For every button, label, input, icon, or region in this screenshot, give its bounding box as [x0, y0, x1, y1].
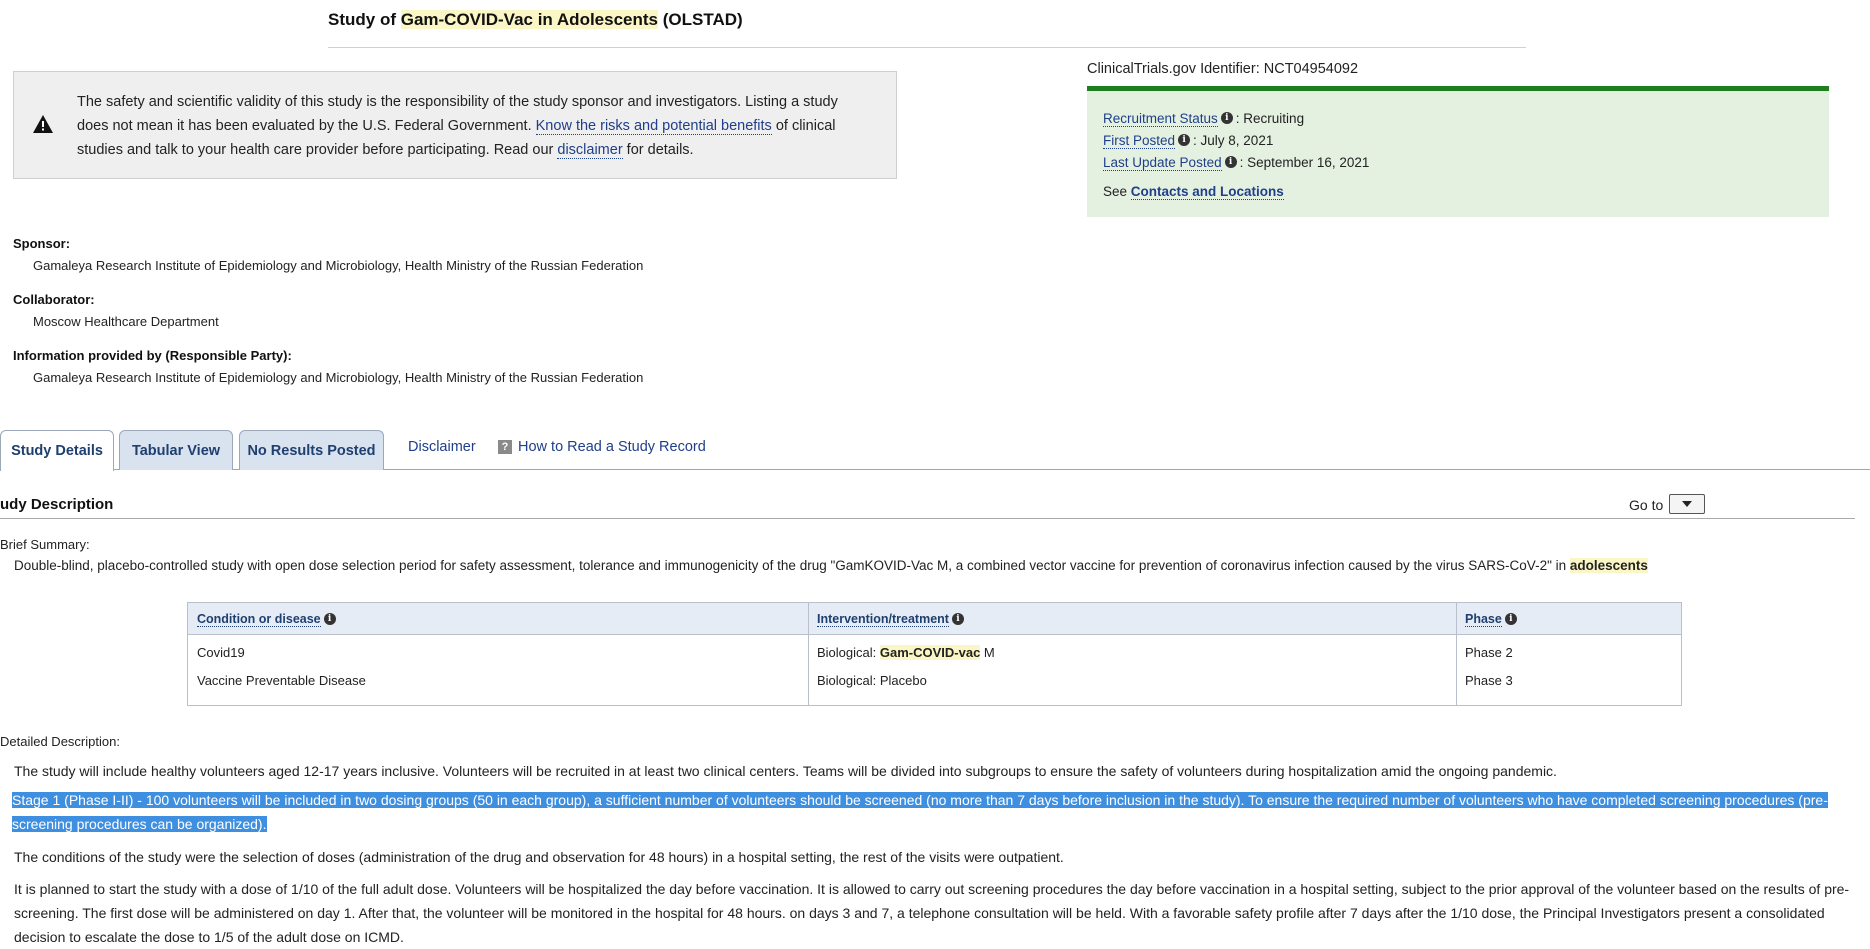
tab-no-results-posted[interactable]: No Results Posted: [239, 430, 384, 470]
brief-highlight: adolescents: [1569, 558, 1648, 573]
detailed-paragraph-3: The conditions of the study were the sel…: [14, 849, 1064, 865]
brief-summary-text: Double-blind, placebo-controlled study w…: [14, 558, 1648, 573]
responsible-party-value: Gamaleya Research Institute of Epidemiol…: [33, 370, 644, 385]
first-posted-row: First Posted i: July 8, 2021: [1103, 133, 1274, 149]
info-icon[interactable]: i: [1178, 134, 1191, 147]
recruitment-status-label[interactable]: Recruitment Status: [1103, 111, 1218, 127]
brief-summary-label: Brief Summary:: [0, 537, 90, 552]
chevron-down-icon: [1682, 501, 1692, 507]
collaborator-label: Collaborator:: [13, 292, 95, 307]
detailed-paragraph-1: The study will include healthy volunteer…: [14, 763, 1557, 779]
goto-label: Go to: [1629, 497, 1664, 513]
disclaimer-link[interactable]: disclaimer: [557, 142, 623, 159]
tab-tabular-view[interactable]: Tabular View: [119, 430, 233, 470]
info-icon[interactable]: i: [951, 612, 964, 625]
sponsor-label: Sponsor:: [13, 236, 71, 251]
warning-icon: [33, 115, 53, 133]
last-update-row: Last Update Posted i: September 16, 2021: [1103, 155, 1370, 171]
sponsor-value: Gamaleya Research Institute of Epidemiol…: [33, 258, 644, 273]
collaborator-value: Moscow Healthcare Department: [33, 314, 219, 329]
section-divider: [0, 518, 1855, 519]
how-to-read-link[interactable]: ? How to Read a Study Record: [498, 439, 706, 455]
table-cell: Vaccine Preventable Disease: [197, 673, 366, 688]
help-icon: ?: [498, 440, 512, 455]
table-cell: Biological: Gam-COVID-vac M: [817, 645, 995, 660]
recruitment-status-row: Recruitment Status i: Recruiting: [1103, 111, 1305, 127]
disclaimer-warning-box: The safety and scientific validity of th…: [13, 71, 897, 179]
table-cell: Phase 2: [1465, 645, 1513, 660]
detailed-description-label: Detailed Description:: [0, 734, 120, 749]
info-icon[interactable]: i: [323, 612, 336, 625]
risks-benefits-link[interactable]: Know the risks and potential benefits: [535, 118, 772, 135]
first-posted-label[interactable]: First Posted: [1103, 133, 1176, 149]
warning-text: The safety and scientific validity of th…: [77, 94, 838, 159]
contacts-locations-link[interactable]: Contacts and Locations: [1130, 184, 1284, 200]
table-cell: Biological: Placebo: [817, 673, 927, 688]
contacts-row: See Contacts and Locations: [1103, 184, 1284, 200]
last-update-label[interactable]: Last Update Posted: [1103, 155, 1222, 171]
status-box: Recruitment Status i: Recruiting First Po…: [1087, 86, 1829, 217]
detailed-paragraph-4: It is planned to start the study with a …: [14, 881, 1850, 945]
detailed-paragraph-2-selected: Stage 1 (Phase I-II) - 100 volunteers wi…: [12, 792, 1828, 832]
page-title: Study of Gam-COVID-Vac in Adolescents (O…: [328, 10, 743, 29]
goto-dropdown[interactable]: [1669, 494, 1705, 514]
tab-study-details[interactable]: Study Details: [0, 430, 114, 471]
trial-identifier: ClinicalTrials.gov Identifier: NCT049540…: [1087, 61, 1359, 77]
section-heading: udy Description: [0, 496, 114, 513]
info-icon[interactable]: i: [1220, 112, 1233, 125]
title-divider: [328, 47, 1526, 48]
disclaimer-tab-link[interactable]: Disclaimer: [408, 439, 476, 455]
table-header-cell[interactable]: Condition or disease i: [197, 611, 339, 627]
responsible-party-label: Information provided by (Responsible Par…: [13, 348, 292, 363]
info-icon[interactable]: i: [1504, 612, 1517, 625]
table-header-cell[interactable]: Intervention/treatment i: [817, 611, 967, 627]
conditions-table: Condition or disease i Intervention/treat…: [187, 602, 1682, 706]
table-cell: Phase 3: [1465, 673, 1513, 688]
info-icon[interactable]: i: [1224, 156, 1237, 169]
title-highlight: Gam-COVID-Vac in Adolescents: [400, 10, 658, 29]
table-cell: Covid19: [197, 645, 245, 660]
table-header-cell[interactable]: Phase i: [1465, 611, 1520, 627]
